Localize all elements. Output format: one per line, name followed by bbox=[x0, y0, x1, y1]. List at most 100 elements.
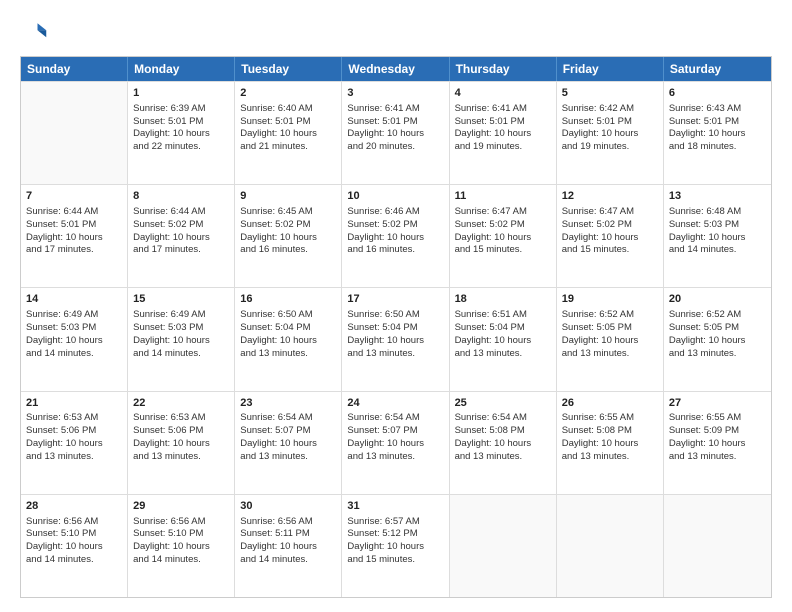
day-number: 8 bbox=[133, 189, 229, 204]
weekday-header-sunday: Sunday bbox=[21, 57, 128, 81]
day-cell-29: 29Sunrise: 6:56 AMSunset: 5:10 PMDayligh… bbox=[128, 495, 235, 597]
cell-line: Daylight: 10 hours bbox=[26, 541, 122, 554]
day-number: 14 bbox=[26, 292, 122, 307]
day-cell-17: 17Sunrise: 6:50 AMSunset: 5:04 PMDayligh… bbox=[342, 288, 449, 390]
day-cell-6: 6Sunrise: 6:43 AMSunset: 5:01 PMDaylight… bbox=[664, 82, 771, 184]
cell-line: Sunset: 5:07 PM bbox=[240, 425, 336, 438]
day-number: 1 bbox=[133, 86, 229, 101]
cell-line: Daylight: 10 hours bbox=[562, 335, 658, 348]
cell-line: Daylight: 10 hours bbox=[347, 128, 443, 141]
cell-line: Daylight: 10 hours bbox=[669, 232, 766, 245]
day-cell-19: 19Sunrise: 6:52 AMSunset: 5:05 PMDayligh… bbox=[557, 288, 664, 390]
cell-line: Sunset: 5:08 PM bbox=[562, 425, 658, 438]
cell-line: Sunset: 5:10 PM bbox=[133, 528, 229, 541]
cell-line: Daylight: 10 hours bbox=[669, 128, 766, 141]
cell-line: Daylight: 10 hours bbox=[455, 438, 551, 451]
cell-line: Sunset: 5:04 PM bbox=[240, 322, 336, 335]
weekday-header-friday: Friday bbox=[557, 57, 664, 81]
day-cell-21: 21Sunrise: 6:53 AMSunset: 5:06 PMDayligh… bbox=[21, 392, 128, 494]
cell-line: Sunrise: 6:54 AM bbox=[455, 412, 551, 425]
cell-line: Sunset: 5:12 PM bbox=[347, 528, 443, 541]
cell-line: and 22 minutes. bbox=[133, 141, 229, 154]
day-number: 23 bbox=[240, 396, 336, 411]
day-number: 26 bbox=[562, 396, 658, 411]
empty-cell-r0c0 bbox=[21, 82, 128, 184]
cell-line: Sunrise: 6:52 AM bbox=[562, 309, 658, 322]
cell-line: Sunrise: 6:42 AM bbox=[562, 103, 658, 116]
cell-line: Daylight: 10 hours bbox=[455, 232, 551, 245]
cell-line: Daylight: 10 hours bbox=[562, 438, 658, 451]
cell-line: Daylight: 10 hours bbox=[240, 438, 336, 451]
day-cell-7: 7Sunrise: 6:44 AMSunset: 5:01 PMDaylight… bbox=[21, 185, 128, 287]
cell-line: and 19 minutes. bbox=[562, 141, 658, 154]
cell-line: Sunrise: 6:50 AM bbox=[347, 309, 443, 322]
cell-line: Sunrise: 6:44 AM bbox=[133, 206, 229, 219]
cell-line: Sunset: 5:01 PM bbox=[133, 116, 229, 129]
cell-line: Sunrise: 6:56 AM bbox=[240, 516, 336, 529]
cell-line: Sunset: 5:04 PM bbox=[347, 322, 443, 335]
cell-line: Daylight: 10 hours bbox=[133, 232, 229, 245]
day-cell-1: 1Sunrise: 6:39 AMSunset: 5:01 PMDaylight… bbox=[128, 82, 235, 184]
cell-line: Sunrise: 6:54 AM bbox=[240, 412, 336, 425]
cell-line: Sunset: 5:01 PM bbox=[347, 116, 443, 129]
weekday-header-thursday: Thursday bbox=[450, 57, 557, 81]
day-number: 20 bbox=[669, 292, 766, 307]
calendar-body: 1Sunrise: 6:39 AMSunset: 5:01 PMDaylight… bbox=[21, 81, 771, 597]
cell-line: Sunset: 5:02 PM bbox=[562, 219, 658, 232]
cell-line: and 14 minutes. bbox=[669, 244, 766, 257]
cell-line: Daylight: 10 hours bbox=[240, 335, 336, 348]
day-number: 4 bbox=[455, 86, 551, 101]
cell-line: Daylight: 10 hours bbox=[562, 232, 658, 245]
calendar-row-1: 1Sunrise: 6:39 AMSunset: 5:01 PMDaylight… bbox=[21, 81, 771, 184]
logo bbox=[20, 18, 52, 46]
cell-line: Daylight: 10 hours bbox=[347, 335, 443, 348]
day-number: 10 bbox=[347, 189, 443, 204]
cell-line: Sunset: 5:03 PM bbox=[133, 322, 229, 335]
day-number: 19 bbox=[562, 292, 658, 307]
cell-line: and 13 minutes. bbox=[240, 348, 336, 361]
cell-line: Sunrise: 6:56 AM bbox=[26, 516, 122, 529]
weekday-header-saturday: Saturday bbox=[664, 57, 771, 81]
page: SundayMondayTuesdayWednesdayThursdayFrid… bbox=[0, 0, 792, 612]
day-cell-13: 13Sunrise: 6:48 AMSunset: 5:03 PMDayligh… bbox=[664, 185, 771, 287]
cell-line: Daylight: 10 hours bbox=[240, 128, 336, 141]
cell-line: Daylight: 10 hours bbox=[347, 438, 443, 451]
day-cell-27: 27Sunrise: 6:55 AMSunset: 5:09 PMDayligh… bbox=[664, 392, 771, 494]
cell-line: Sunrise: 6:49 AM bbox=[133, 309, 229, 322]
weekday-header-tuesday: Tuesday bbox=[235, 57, 342, 81]
cell-line: Sunrise: 6:50 AM bbox=[240, 309, 336, 322]
cell-line: Sunset: 5:08 PM bbox=[455, 425, 551, 438]
cell-line: Sunrise: 6:40 AM bbox=[240, 103, 336, 116]
cell-line: and 13 minutes. bbox=[347, 348, 443, 361]
cell-line: Sunrise: 6:47 AM bbox=[455, 206, 551, 219]
cell-line: Sunrise: 6:41 AM bbox=[347, 103, 443, 116]
calendar-header: SundayMondayTuesdayWednesdayThursdayFrid… bbox=[21, 57, 771, 81]
cell-line: and 13 minutes. bbox=[562, 348, 658, 361]
cell-line: Daylight: 10 hours bbox=[347, 541, 443, 554]
cell-line: Sunset: 5:06 PM bbox=[26, 425, 122, 438]
cell-line: and 17 minutes. bbox=[26, 244, 122, 257]
cell-line: Sunrise: 6:55 AM bbox=[562, 412, 658, 425]
cell-line: Sunrise: 6:56 AM bbox=[133, 516, 229, 529]
cell-line: Daylight: 10 hours bbox=[26, 335, 122, 348]
day-cell-20: 20Sunrise: 6:52 AMSunset: 5:05 PMDayligh… bbox=[664, 288, 771, 390]
cell-line: Daylight: 10 hours bbox=[133, 541, 229, 554]
cell-line: Sunset: 5:01 PM bbox=[26, 219, 122, 232]
calendar-row-3: 14 Sunrise: 6:49 AMSunset: 5:03 PM Dayligh… bbox=[21, 287, 771, 390]
cell-line: Sunset: 5:01 PM bbox=[240, 116, 336, 129]
cell-line: Sunset: 5:09 PM bbox=[669, 425, 766, 438]
cell-line: and 17 minutes. bbox=[133, 244, 229, 257]
cell-line: Sunset: 5:02 PM bbox=[455, 219, 551, 232]
cell-line: Daylight: 10 hours bbox=[240, 232, 336, 245]
cell-line: and 15 minutes. bbox=[455, 244, 551, 257]
cell-line: and 14 minutes. bbox=[26, 554, 122, 567]
empty-cell-r4c4 bbox=[450, 495, 557, 597]
empty-cell-r4c5 bbox=[557, 495, 664, 597]
cell-line: and 20 minutes. bbox=[347, 141, 443, 154]
cell-line: Sunset: 5:01 PM bbox=[455, 116, 551, 129]
cell-line: Sunrise: 6:53 AM bbox=[133, 412, 229, 425]
cell-line: and 18 minutes. bbox=[669, 141, 766, 154]
cell-line: Sunrise: 6:39 AM bbox=[133, 103, 229, 116]
cell-line: and 13 minutes. bbox=[347, 451, 443, 464]
cell-line: Daylight: 10 hours bbox=[669, 335, 766, 348]
